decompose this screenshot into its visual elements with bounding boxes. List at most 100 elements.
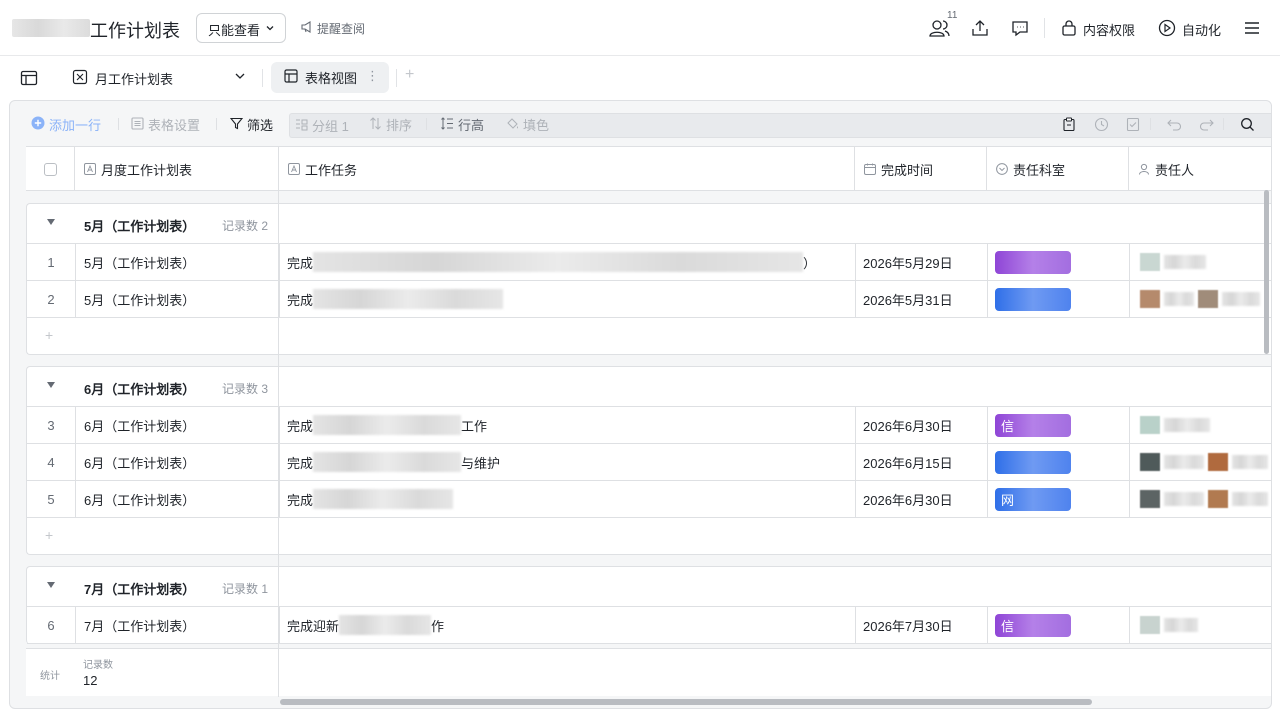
row-index: 3 (27, 407, 76, 443)
checklist-icon[interactable] (1124, 115, 1142, 133)
comment-icon[interactable] (1008, 16, 1032, 40)
history-icon[interactable] (1092, 115, 1110, 133)
add-row-in-group[interactable]: + (27, 518, 1271, 554)
menu-icon[interactable] (1240, 16, 1264, 40)
toolbar-divider (426, 118, 427, 130)
cell-owner[interactable] (1130, 444, 1271, 480)
cell-monthly-plan[interactable]: 6月（工作计划表） (76, 481, 280, 517)
cell-task[interactable]: 完成迎新 作 (280, 607, 856, 643)
clipboard-icon[interactable] (1060, 115, 1078, 133)
remind-link[interactable]: 提醒查阅 (300, 20, 365, 37)
group-header[interactable]: 5月（工作计划表） 记录数 2 (27, 204, 1271, 244)
group-name: 6月（工作计划表） (84, 382, 196, 397)
cell-monthly-plan[interactable]: 6月（工作计划表） (76, 407, 280, 443)
cell-department[interactable] (988, 244, 1130, 280)
cell-due-date[interactable]: 2026年6月15日 (856, 444, 988, 480)
avatar (1140, 453, 1160, 471)
undo-icon[interactable] (1165, 115, 1183, 133)
select-all-checkbox[interactable] (26, 147, 75, 191)
cell-monthly-plan[interactable]: 7月（工作计划表） (76, 607, 280, 643)
cell-monthly-plan[interactable]: 5月（工作计划表） (76, 281, 280, 317)
search-icon[interactable] (1238, 115, 1256, 133)
task-text: 完成 (287, 292, 314, 308)
cell-department[interactable]: 信 (988, 607, 1130, 643)
group-header[interactable]: 7月（工作计划表） 记录数 1 (27, 567, 1271, 607)
content-permission-button[interactable]: 内容权限 (1061, 19, 1135, 39)
row-height-button[interactable]: 行高 (441, 115, 484, 134)
caret-down-icon[interactable] (47, 382, 55, 388)
fill-color-button[interactable]: 填色 (506, 115, 549, 134)
redacted-text (1164, 618, 1198, 632)
cell-owner[interactable] (1130, 244, 1271, 280)
table-selector[interactable]: 月工作计划表 (72, 69, 173, 88)
checkbox[interactable] (43, 162, 57, 176)
cell-due-date[interactable]: 2026年7月30日 (856, 607, 988, 643)
cell-task[interactable]: 完成 工作 (280, 407, 856, 443)
row-index: 4 (27, 444, 76, 480)
caret-down-icon[interactable] (47, 219, 55, 225)
table-row[interactable]: 1 5月（工作计划表） 完成 ） 2026年5月29日 (27, 244, 1271, 281)
column-header-monthly-plan[interactable]: 月度工作计划表 (75, 147, 279, 191)
avatar (1140, 616, 1160, 634)
table-list-icon[interactable] (20, 69, 38, 90)
sort-button[interactable]: 排序 (369, 115, 412, 134)
cell-task[interactable]: 完成 (280, 281, 856, 317)
cell-task[interactable]: 完成 (280, 481, 856, 517)
redo-icon[interactable] (1197, 115, 1215, 133)
group-header[interactable]: 6月（工作计划表） 记录数 3 (27, 367, 1271, 407)
cell-monthly-plan[interactable]: 6月（工作计划表） (76, 444, 280, 480)
column-header-task[interactable]: 工作任务 (279, 147, 855, 191)
group-june: 6月（工作计划表） 记录数 3 3 6月（工作计划表） 完成 工作 2026年6月… (26, 366, 1271, 555)
add-row-button[interactable]: 添加一行 (31, 115, 101, 134)
tab-grid-view[interactable]: 表格视图 ⋮ (271, 62, 389, 93)
column-header-due-date[interactable]: 完成时间 (855, 147, 987, 191)
table-row[interactable]: 6 7月（工作计划表） 完成迎新 作 2026年7月30日 信 (27, 607, 1271, 644)
table-row[interactable]: 4 6月（工作计划表） 完成 与维护 2026年6月15日 (27, 444, 1271, 481)
sort-icon (369, 116, 382, 133)
cell-due-date[interactable]: 2026年6月30日 (856, 407, 988, 443)
cell-department[interactable] (988, 444, 1130, 480)
toolbar-divider (1150, 118, 1151, 130)
cell-owner[interactable] (1130, 407, 1271, 443)
table-settings-button[interactable]: 表格设置 (131, 115, 200, 134)
cell-owner[interactable] (1130, 607, 1271, 643)
doc-title[interactable]: 工作计划表 (90, 17, 180, 43)
caret-down-icon[interactable] (47, 582, 55, 588)
cell-department[interactable] (988, 281, 1130, 317)
cell-due-date[interactable]: 2026年6月30日 (856, 481, 988, 517)
horizontal-scrollbar[interactable] (280, 699, 1092, 705)
more-icon[interactable]: ⋮ (366, 68, 379, 84)
column-header-label: 责任科室 (1013, 162, 1066, 178)
person-icon (1138, 163, 1150, 175)
cell-task[interactable]: 完成 ） (280, 244, 856, 280)
column-header-owner[interactable]: 责任人 (1129, 147, 1271, 191)
record-count-label[interactable]: 记录数 (83, 656, 113, 671)
settings-list-icon (131, 116, 144, 133)
share-upload-icon[interactable] (968, 16, 992, 40)
automation-button[interactable]: 自动化 (1158, 19, 1221, 40)
add-view-button[interactable]: + (405, 66, 414, 84)
cell-due-date[interactable]: 2026年5月29日 (856, 244, 988, 280)
cell-department[interactable]: 网 (988, 481, 1130, 517)
toolbar-divider (1223, 118, 1224, 130)
column-header-label: 月度工作计划表 (101, 162, 193, 178)
filter-button[interactable]: 筛选 (229, 115, 273, 134)
cell-owner[interactable] (1130, 481, 1271, 517)
chevron-down-icon[interactable] (233, 69, 247, 86)
column-header-department[interactable]: 责任科室 (987, 147, 1129, 191)
column-header-label: 完成时间 (881, 162, 934, 178)
cell-task[interactable]: 完成 与维护 (280, 444, 856, 480)
permission-dropdown[interactable]: 只能查看 (196, 13, 286, 43)
cell-due-date[interactable]: 2026年5月31日 (856, 281, 988, 317)
redacted-text (1164, 455, 1204, 469)
table-row[interactable]: 5 6月（工作计划表） 完成 2026年6月30日 网 (27, 481, 1271, 518)
cell-owner[interactable] (1130, 281, 1271, 317)
vertical-scrollbar[interactable] (1264, 190, 1269, 354)
table-row[interactable]: 3 6月（工作计划表） 完成 工作 2026年6月30日 信 (27, 407, 1271, 444)
table-row[interactable]: 2 5月（工作计划表） 完成 2026年5月31日 (27, 281, 1271, 318)
department-tag (995, 450, 1071, 474)
task-text: 完成 (287, 255, 314, 271)
add-row-in-group[interactable]: + (27, 318, 1271, 354)
cell-department[interactable]: 信 (988, 407, 1130, 443)
cell-monthly-plan[interactable]: 5月（工作计划表） (76, 244, 280, 280)
